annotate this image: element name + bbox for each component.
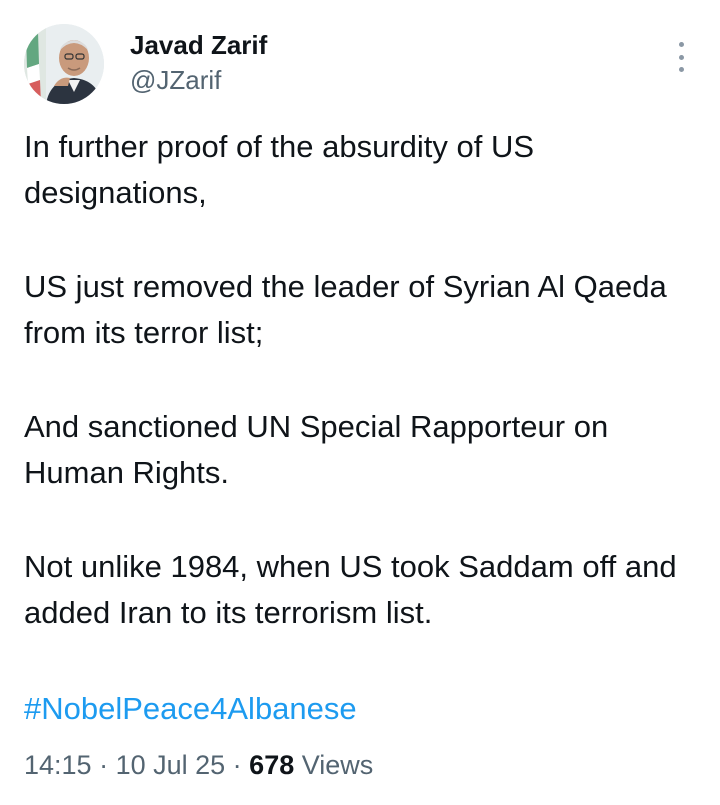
tweet-paragraph: US just removed the leader of Syrian Al … bbox=[24, 269, 667, 350]
tweet-paragraph: In further proof of the absurdity of US … bbox=[24, 129, 535, 210]
meta-separator: · bbox=[91, 750, 116, 780]
handle[interactable]: @JZarif bbox=[130, 62, 267, 98]
tweet-text: In further proof of the absurdity of US … bbox=[24, 124, 696, 684]
tweet-paragraph: Not unlike 1984, when US took Saddam off… bbox=[24, 549, 677, 630]
meta-separator: · bbox=[225, 750, 250, 780]
views-count[interactable]: 678 bbox=[249, 750, 294, 780]
dot bbox=[678, 54, 684, 60]
more-vertical-icon[interactable] bbox=[674, 42, 688, 72]
tweet-meta: 14:15 · 10 Jul 25 · 678 Views bbox=[24, 746, 373, 784]
views-label: Views bbox=[294, 750, 374, 780]
tweet-paragraph: And sanctioned UN Special Rapporteur on … bbox=[24, 409, 609, 490]
tweet-header: Javad Zarif @JZarif bbox=[24, 24, 696, 104]
hashtag-link[interactable]: #NobelPeace4Albanese bbox=[24, 688, 357, 730]
timestamp-date[interactable]: 10 Jul 25 bbox=[116, 750, 226, 780]
display-name[interactable]: Javad Zarif bbox=[130, 28, 267, 62]
author-names: Javad Zarif @JZarif bbox=[130, 28, 267, 98]
dot bbox=[678, 67, 684, 72]
avatar-image bbox=[24, 24, 104, 104]
avatar[interactable] bbox=[24, 24, 104, 104]
tweet: Javad Zarif @JZarif In further proof of … bbox=[0, 0, 720, 805]
dot bbox=[678, 42, 684, 47]
timestamp-time[interactable]: 14:15 bbox=[24, 750, 92, 780]
